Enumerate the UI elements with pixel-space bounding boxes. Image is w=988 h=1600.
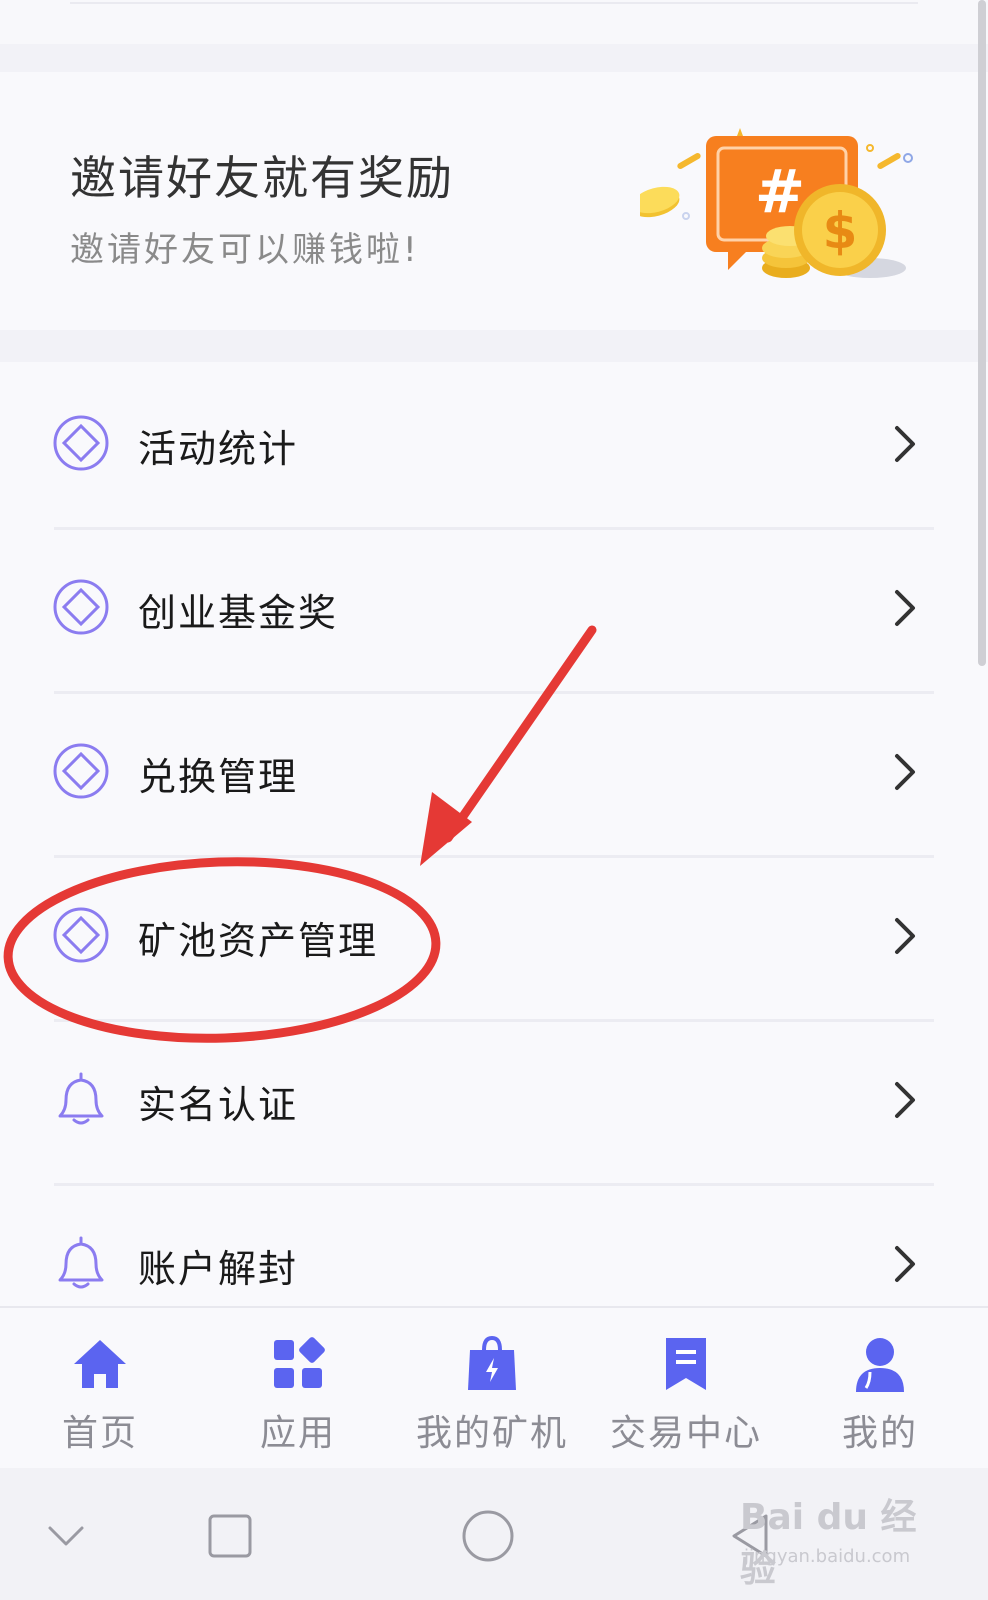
tab-apps[interactable]: 应用 <box>208 1308 388 1470</box>
bottom-tab-bar: 首页 应用 我的矿机 交易中心 我的 <box>0 1306 988 1470</box>
chevron-right-icon <box>895 1246 915 1282</box>
banner-subtitle: 邀请好友可以赚钱啦! <box>70 230 420 270</box>
tab-my-miners[interactable]: 我的矿机 <box>402 1308 582 1470</box>
previous-card-remnant <box>0 0 988 44</box>
bookmark-doc-icon <box>666 1338 706 1390</box>
tab-label: 交易中心 <box>609 1413 762 1454</box>
menu-item-startup-fund[interactable]: 创业基金奖 <box>0 526 988 694</box>
menu-item-pool-asset-management[interactable]: 矿池资产管理 <box>0 854 988 1022</box>
card-divider <box>70 2 918 4</box>
menu-item-label: 兑换管理 <box>138 755 299 799</box>
tab-mine[interactable]: 我的 <box>790 1308 970 1470</box>
baidu-watermark: Bai du 经验 jingyan.baidu.com <box>740 1488 940 1590</box>
diamond-ring-icon <box>53 907 109 963</box>
menu-item-label: 账户解封 <box>138 1247 299 1291</box>
menu-item-account-unlock[interactable]: 账户解封 <box>0 1182 988 1306</box>
scrollbar[interactable] <box>978 0 986 666</box>
tab-home[interactable]: 首页 <box>10 1308 190 1470</box>
svg-text:$: $ <box>823 202 858 260</box>
bell-icon <box>58 1236 104 1289</box>
chevron-right-icon <box>895 426 915 462</box>
diamond-ring-icon <box>53 579 109 635</box>
circle-home-icon[interactable] <box>456 1504 520 1568</box>
home-icon <box>74 1340 126 1388</box>
menu-item-real-name-verification[interactable]: 实名认证 <box>0 1018 988 1186</box>
chevron-right-icon <box>895 1082 915 1118</box>
menu-item-exchange-management[interactable]: 兑换管理 <box>0 690 988 858</box>
apps-grid-icon <box>274 1337 325 1388</box>
menu-item-label: 创业基金奖 <box>138 591 339 635</box>
tab-label: 首页 <box>61 1413 138 1454</box>
watermark-sub: jingyan.baidu.com <box>744 1546 911 1567</box>
menu-item-activity-stats[interactable]: 活动统计 <box>0 362 988 530</box>
tab-trading-center[interactable]: 交易中心 <box>596 1308 776 1470</box>
diamond-ring-icon <box>53 415 109 471</box>
square-recents-icon[interactable] <box>198 1504 262 1568</box>
system-nav-bar: Bai du 经验 jingyan.baidu.com <box>0 1468 988 1600</box>
diamond-ring-icon <box>53 743 109 799</box>
settings-menu: 活动统计 创业基金奖 兑换管理 矿池资产管理 实名认证 账户解封 <box>0 362 988 1306</box>
user-icon <box>856 1338 904 1392</box>
watermark-main: Bai du 经验 <box>740 1497 917 1590</box>
bell-icon <box>58 1072 104 1125</box>
tab-label: 我的矿机 <box>415 1413 568 1454</box>
menu-item-label: 矿池资产管理 <box>138 919 379 963</box>
reward-coins-illustration: # $ <box>640 128 913 278</box>
menu-item-label: 实名认证 <box>138 1083 299 1127</box>
bag-lightning-icon <box>468 1335 516 1390</box>
banner-title: 邀请好友就有奖励 <box>70 151 454 205</box>
tab-label: 应用 <box>259 1413 336 1454</box>
chevron-right-icon <box>895 754 915 790</box>
menu-item-label: 活动统计 <box>138 427 299 471</box>
invite-banner[interactable]: 邀请好友就有奖励 邀请好友可以赚钱啦! # $ <box>0 72 988 330</box>
chevron-down-icon[interactable] <box>34 1504 98 1568</box>
tab-label: 我的 <box>841 1413 918 1454</box>
chevron-right-icon <box>895 590 915 626</box>
chevron-right-icon <box>895 918 915 954</box>
